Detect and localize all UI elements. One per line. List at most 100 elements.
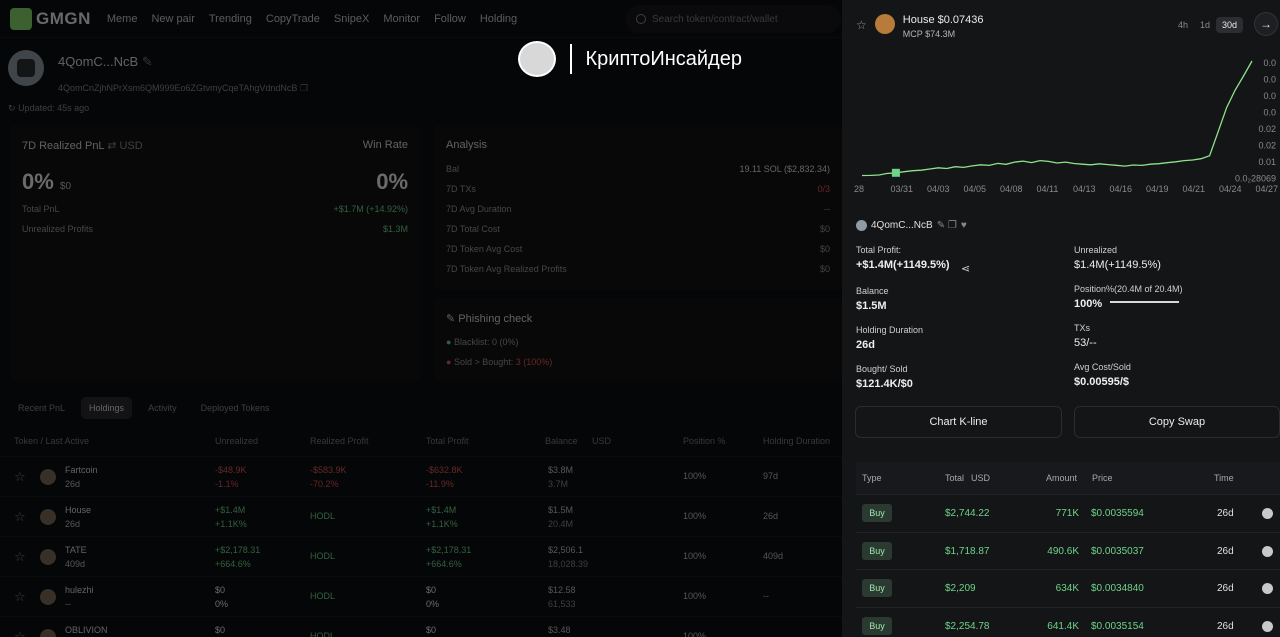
analysis-row: 7D Token Avg Realized Profits $0 — [446, 264, 830, 274]
star-icon[interactable]: ☆ — [14, 589, 26, 605]
token-title: House $0.07436 — [902, 14, 984, 26]
nav-links: Meme New pair Trending CopyTrade SnipeX … — [107, 13, 517, 25]
updated-text: ↻ Updated: 45s ago — [8, 103, 90, 113]
tx-col-price[interactable]: Price — [1092, 473, 1113, 483]
tf-30d[interactable]: 30d — [1216, 17, 1244, 33]
table-row[interactable]: ☆ House 26d +$1.4M +1.1K% HODL +$1.4M +1… — [0, 496, 842, 536]
tx-time: 26d — [1217, 620, 1234, 632]
divider — [570, 44, 572, 74]
star-icon[interactable]: ☆ — [14, 469, 26, 485]
tx-detail-icon[interactable] — [1262, 583, 1273, 594]
holding-duration: 97d — [763, 471, 779, 481]
tx-col-type: Type — [862, 473, 882, 483]
table-row[interactable]: ☆ OBLIVION $0 HODL $0 $3.48 100% — [0, 616, 842, 637]
star-icon[interactable]: ☆ — [14, 549, 26, 565]
col-token[interactable]: Token / Last Active — [14, 436, 89, 446]
table-header: Token / Last Active Unrealized Realized … — [0, 436, 842, 450]
position-pct: 100% — [683, 591, 707, 601]
nav-link-trending[interactable]: Trending — [209, 13, 252, 25]
stat-txs: TXs 53/-- — [1074, 323, 1097, 349]
unrealized-value: $0 — [215, 625, 226, 635]
y-tick-label: 0.0 — [1263, 108, 1276, 118]
tab-activity[interactable]: Activity — [140, 397, 185, 419]
y-tick-label: 0.01 — [1258, 157, 1276, 167]
token-avatar — [40, 549, 56, 565]
balance-usd: $3.48 — [548, 625, 571, 635]
star-icon[interactable]: ☆ — [14, 509, 26, 525]
token-avatar — [40, 589, 56, 605]
y-tick-label: 0.0₂28069 — [1235, 174, 1276, 184]
currency-swap-icon[interactable]: ⇄ — [107, 140, 116, 152]
col-balance[interactable]: Balance — [545, 436, 578, 446]
tx-row[interactable]: Buy $1,718.87 490.6K $0.0035037 26d — [856, 531, 1280, 569]
x-tick-label: 04/05 — [964, 184, 987, 194]
col-usd[interactable]: USD — [592, 436, 611, 446]
edit-icon[interactable]: ✎ — [142, 54, 153, 69]
unrealized-pct: +664.6% — [215, 559, 251, 569]
total-value: $0 — [426, 625, 437, 635]
nav-link-new-pair[interactable]: New pair — [151, 13, 194, 25]
nav-link-monitor[interactable]: Monitor — [383, 13, 420, 25]
col-realized[interactable]: Realized Profit — [310, 436, 369, 446]
tab-recent-pnl[interactable]: Recent PnL — [10, 397, 73, 419]
table-row[interactable]: ☆ Fartcoin 26d -$48.9K -1.1% -$583.9K -7… — [0, 456, 842, 496]
analysis-row: Bal 19.11 SOL ($2,832.34) — [446, 164, 830, 174]
nav-link-holding[interactable]: Holding — [480, 13, 517, 25]
copy-swap-button[interactable]: Copy Swap — [1074, 406, 1280, 438]
edit-icon[interactable]: ✎ ❐ — [937, 220, 957, 231]
arrow-right-icon[interactable]: → — [1254, 12, 1278, 36]
analysis-row: 7D Total Cost $0 — [446, 224, 830, 234]
share-icon[interactable]: ⋖ — [961, 262, 970, 275]
tx-row[interactable]: Buy $2,209 634K $0.0034840 26d — [856, 569, 1280, 606]
table-row[interactable]: ☆ TATE 409d +$2,178.31 +664.6% HODL +$2,… — [0, 536, 842, 576]
tf-1d[interactable]: 1d — [1194, 17, 1216, 33]
token-detail-panel: ☆ House $0.07436 MCP $74.3M 4h 1d 30d → … — [842, 0, 1280, 637]
x-tick-label: 04/13 — [1073, 184, 1096, 194]
nav-link-snipex[interactable]: SnipeX — [334, 13, 369, 25]
col-duration[interactable]: Holding Duration — [763, 436, 830, 446]
token-name[interactable]: hulezhi — [65, 585, 94, 595]
tx-row[interactable]: Buy $2,254.78 641.4K $0.0035154 26d — [856, 606, 1280, 637]
star-icon[interactable]: ☆ — [14, 629, 26, 637]
favorite-star-icon[interactable]: ☆ — [856, 18, 867, 39]
token-age: 26d — [65, 479, 81, 489]
x-tick-label: 03/31 — [891, 184, 914, 194]
token-name[interactable]: House — [65, 505, 91, 515]
table-row[interactable]: ☆ hulezhi -- $0 0% HODL $0 0% $12.58 61,… — [0, 576, 842, 616]
unrealized-pct: 0% — [215, 599, 229, 609]
refresh-icon[interactable]: ↻ — [8, 103, 16, 113]
phishing-card: ✎ Phishing check ● Blacklist: 0 (0%) ● S… — [434, 298, 842, 381]
col-unrealized[interactable]: Unrealized — [215, 436, 258, 446]
buy-marker[interactable] — [891, 168, 900, 177]
tx-row[interactable]: Buy $2,744.22 771K $0.0035594 26d — [856, 494, 1280, 531]
total-pnl-row: Total PnL +$1.7M (+14.92%) — [22, 204, 408, 214]
token-name[interactable]: Fartcoin — [65, 465, 98, 475]
tx-amount: 634K — [1055, 583, 1079, 594]
nav-link-copytrade[interactable]: CopyTrade — [266, 13, 320, 25]
token-name[interactable]: TATE — [65, 545, 87, 555]
brand-logo[interactable]: GMGN — [10, 7, 91, 30]
col-position[interactable]: Position % — [683, 436, 726, 446]
position-bar — [1110, 301, 1179, 303]
token-age: -- — [65, 599, 71, 609]
tf-4h[interactable]: 4h — [1172, 17, 1194, 33]
tab-deployed-tokens[interactable]: Deployed Tokens — [193, 397, 278, 419]
col-total[interactable]: Total Profit — [426, 436, 469, 446]
nav-link-follow[interactable]: Follow — [434, 13, 466, 25]
tx-col-usd[interactable]: USD — [971, 473, 990, 483]
nav-link-meme[interactable]: Meme — [107, 13, 138, 25]
price-chart[interactable]: 28 03/31 04/03 04/05 04/08 04/11 04/13 04/16 04/… — [842, 46, 1280, 196]
balance-amount: 20.4M — [548, 519, 574, 529]
tx-detail-icon[interactable] — [1262, 508, 1273, 519]
tab-holdings[interactable]: Holdings — [81, 397, 133, 419]
search-input[interactable]: Search token/contract/wallet — [626, 5, 841, 33]
tx-detail-icon[interactable] — [1262, 545, 1273, 557]
token-name[interactable]: OBLIVION — [65, 625, 108, 635]
copy-icon[interactable]: ❐ — [300, 83, 308, 93]
y-tick-label: 0.0 — [1263, 75, 1276, 85]
tx-detail-icon[interactable] — [1262, 620, 1273, 632]
chart-kline-button[interactable]: Chart K-line — [855, 406, 1062, 438]
heart-icon[interactable]: ♥ — [961, 220, 967, 231]
wallet-avatar — [856, 220, 867, 231]
analysis-row: 7D TXs 0/3 — [446, 184, 830, 194]
